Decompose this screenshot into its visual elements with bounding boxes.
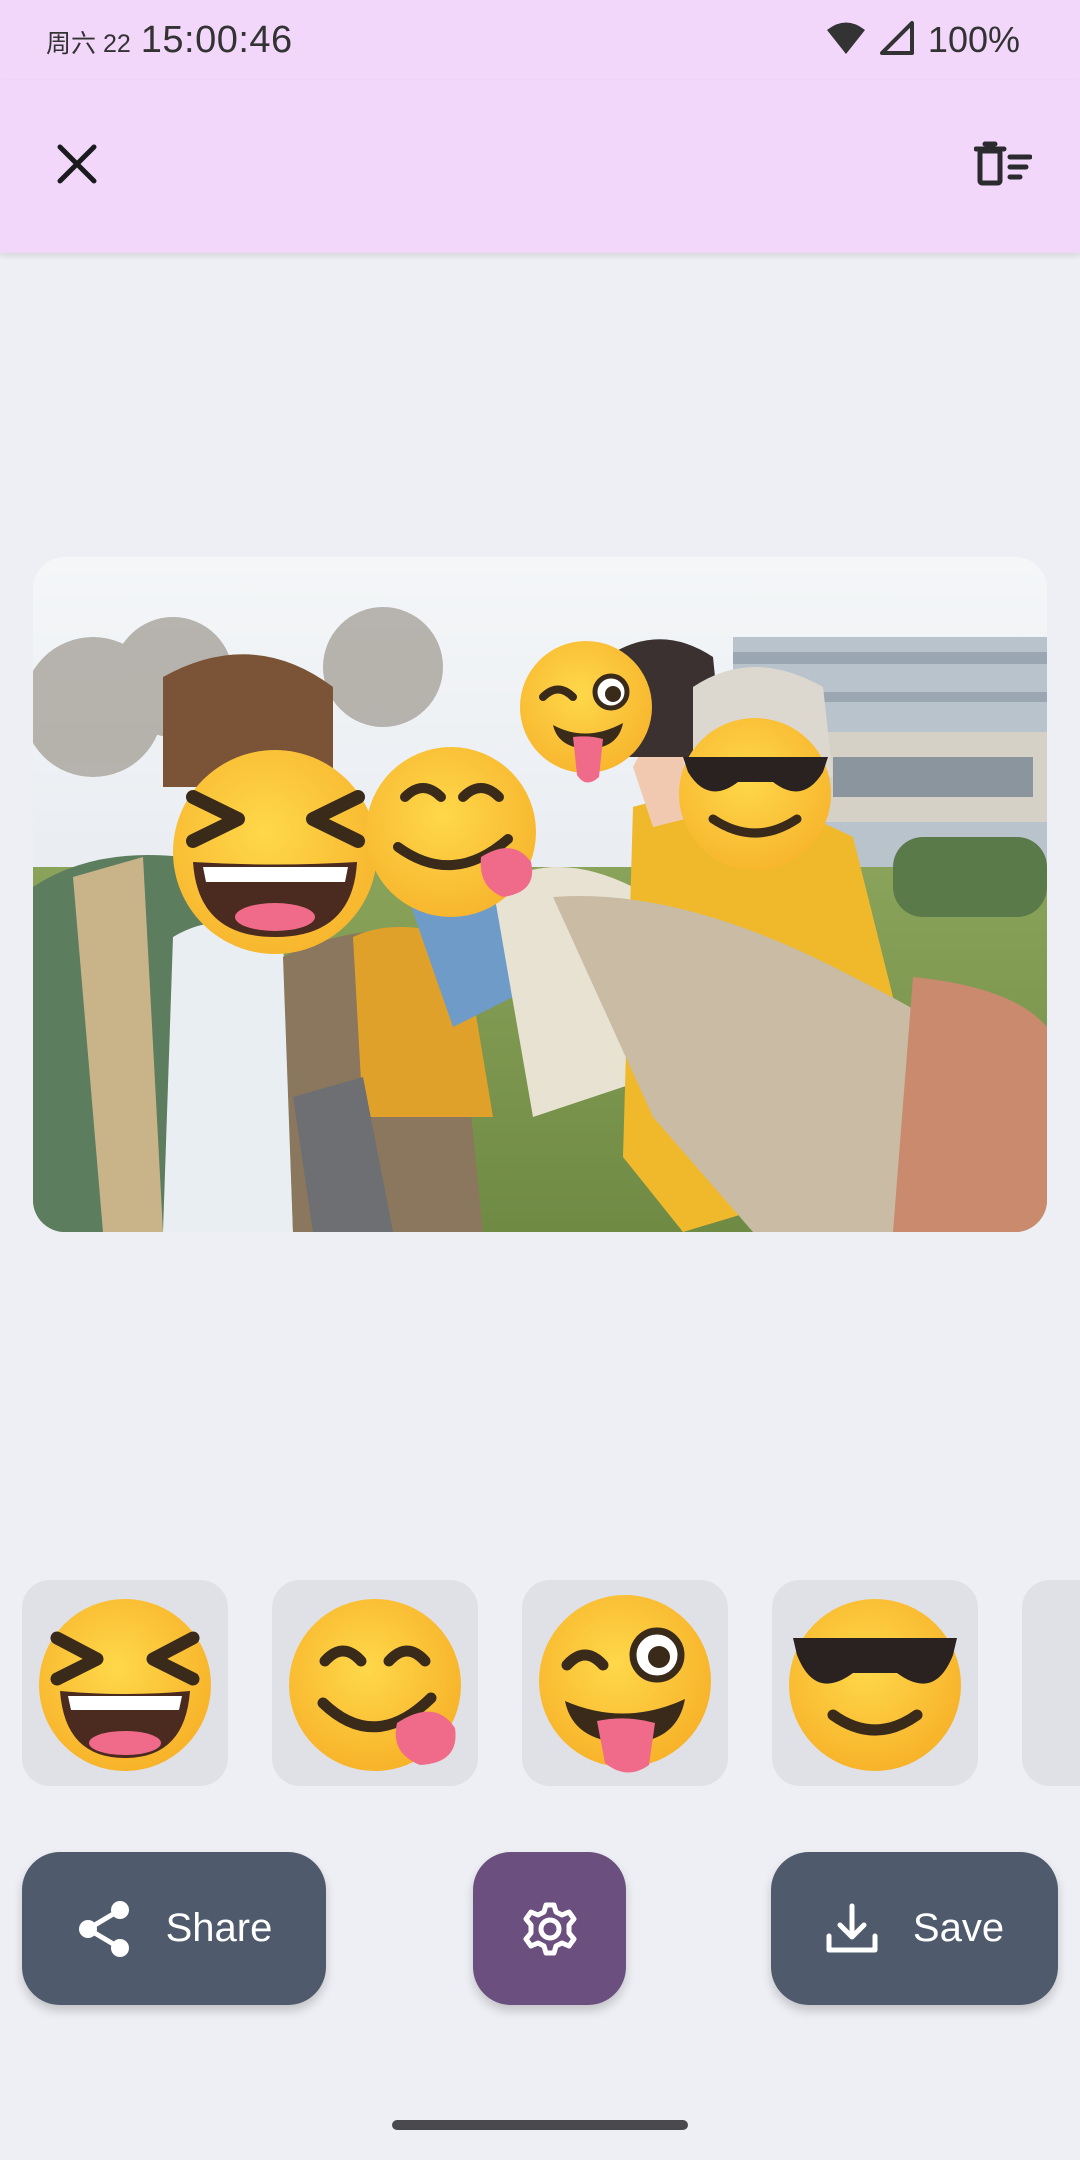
save-label: Save	[912, 1906, 1005, 1950]
status-time: 15:00:46	[140, 18, 293, 61]
settings-button[interactable]	[473, 1852, 626, 2005]
face-emoji-yum[interactable]	[366, 747, 536, 917]
status-date: 周六 22	[46, 29, 131, 58]
face-emoji-laughing[interactable]	[173, 750, 377, 954]
winking-tongue-emoji-icon	[539, 1595, 711, 1773]
emoji-option-cool[interactable]	[772, 1580, 978, 1786]
share-icon	[78, 1900, 129, 1957]
emoji-option-more[interactable]	[1022, 1580, 1080, 1786]
status-icons: 100%	[826, 19, 1020, 61]
gear-icon	[523, 1902, 576, 1955]
download-icon	[826, 1903, 878, 1952]
share-button[interactable]: Share	[22, 1852, 326, 2005]
emoji-option-yum[interactable]	[272, 1580, 478, 1786]
delete-sweep-icon	[974, 141, 1032, 186]
share-label: Share	[165, 1906, 273, 1950]
clear-all-button[interactable]	[963, 124, 1043, 204]
close-button[interactable]	[37, 124, 117, 204]
emoji-option-laughing[interactable]	[22, 1580, 228, 1786]
wifi-icon	[826, 21, 866, 60]
save-button[interactable]: Save	[771, 1852, 1058, 2005]
edited-photo[interactable]	[33, 557, 1047, 1232]
status-bar: 周六 22 15:00:46 100%	[0, 0, 1080, 80]
top-app-bar	[0, 80, 1080, 253]
yum-emoji-icon	[289, 1599, 461, 1771]
status-clock: 周六 22 15:00:46	[46, 19, 293, 62]
home-indicator[interactable]	[392, 2120, 688, 2130]
emoji-picker[interactable]	[0, 1580, 1080, 1786]
close-icon	[57, 144, 97, 184]
cell-signal-icon	[879, 20, 914, 60]
emoji-option-winking[interactable]	[522, 1580, 728, 1786]
laughing-emoji-icon	[39, 1599, 211, 1771]
battery-level: 100%	[927, 19, 1020, 60]
sunglasses-emoji-icon	[789, 1599, 961, 1771]
face-emoji-cool[interactable]	[679, 718, 831, 870]
